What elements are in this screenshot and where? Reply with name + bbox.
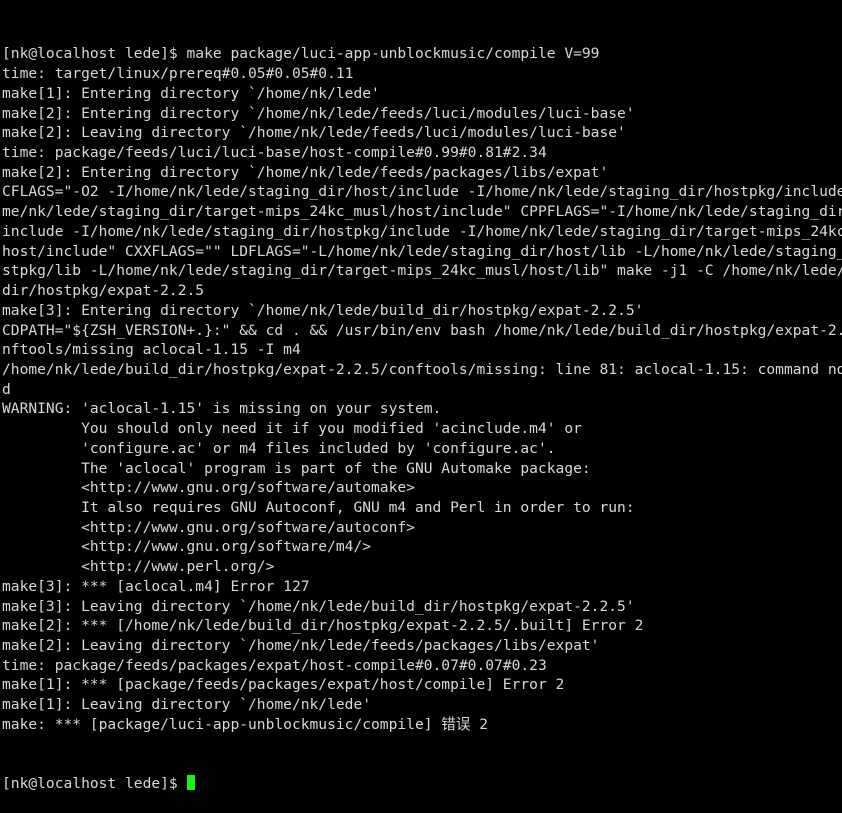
terminal-line: It also requires GNU Autoconf, GNU m4 an…	[2, 498, 635, 516]
terminal-line: time: target/linux/prereq#0.05#0.05#0.11	[2, 65, 354, 83]
terminal-line: /home/nk/lede/build_dir/hostpkg/expat-2.…	[2, 360, 842, 378]
terminal-line: make[2]: Entering directory `/home/nk/le…	[2, 104, 635, 122]
terminal-line: CFLAGS="-O2 -I/home/nk/lede/staging_dir/…	[2, 183, 842, 201]
terminal-line: CDPATH="${ZSH_VERSION+.}:" && cd . && /u…	[2, 321, 842, 339]
terminal-line: make[2]: Entering directory `/home/nk/le…	[2, 163, 609, 181]
terminal-line: WARNING: 'aclocal-1.15' is missing on yo…	[2, 400, 442, 418]
terminal-line: make[1]: *** [package/feeds/packages/exp…	[2, 676, 565, 694]
terminal-line: make[1]: Leaving directory `/home/nk/led…	[2, 696, 372, 714]
terminal-line: make[3]: *** [aclocal.m4] Error 127	[2, 577, 310, 595]
terminal-line: dir/hostpkg/expat-2.2.5	[2, 282, 205, 300]
terminal-line: make[1]: Entering directory `/home/nk/le…	[2, 84, 380, 102]
terminal-line: host/include" CXXFLAGS="" LDFLAGS="-L/ho…	[2, 242, 842, 260]
terminal-line: You should only need it if you modified …	[2, 420, 582, 438]
terminal-line: make[3]: Entering directory `/home/nk/le…	[2, 301, 644, 319]
terminal-line: [nk@localhost lede]$ make package/luci-a…	[2, 45, 600, 63]
terminal-line: <http://www.gnu.org/software/m4/>	[2, 538, 372, 556]
terminal-line: time: package/feeds/luci/luci-base/host-…	[2, 144, 547, 162]
terminal-line: d	[2, 380, 11, 398]
terminal-prompt-line: [nk@localhost lede]$	[2, 774, 842, 794]
terminal-line: make[2]: Leaving directory `/home/nk/led…	[2, 637, 600, 654]
terminal-line: me/nk/lede/staging_dir/target-mips_24kc_…	[2, 203, 842, 221]
shell-prompt: [nk@localhost lede]$	[2, 775, 187, 793]
terminal-line: <http://www.perl.org/>	[2, 558, 275, 576]
terminal-line: nftools/missing aclocal-1.15 -I m4	[2, 341, 301, 359]
terminal-output: [nk@localhost lede]$ make package/luci-a…	[2, 44, 842, 734]
terminal-line: <http://www.gnu.org/software/autoconf>	[2, 518, 415, 536]
terminal-line: 'configure.ac' or m4 files included by '…	[2, 439, 556, 457]
terminal-line: make: *** [package/luci-app-unblockmusic…	[2, 715, 489, 733]
terminal-line: stpkg/lib -L/home/nk/lede/staging_dir/ta…	[2, 262, 842, 280]
terminal-line: time: package/feeds/packages/expat/host-…	[2, 656, 547, 674]
terminal-window[interactable]: [nk@localhost lede]$ make package/luci-a…	[0, 0, 842, 792]
terminal-line: make[2]: *** [/home/nk/lede/build_dir/ho…	[2, 617, 644, 635]
terminal-line: The 'aclocal' program is part of the GNU…	[2, 459, 591, 477]
terminal-line: include -I/home/nk/lede/staging_dir/host…	[2, 222, 842, 240]
text-cursor	[186, 775, 195, 791]
terminal-line: <http://www.gnu.org/software/automake>	[2, 479, 415, 497]
terminal-line: make[2]: Leaving directory `/home/nk/led…	[2, 124, 626, 142]
terminal-line: make[3]: Leaving directory `/home/nk/led…	[2, 597, 635, 615]
